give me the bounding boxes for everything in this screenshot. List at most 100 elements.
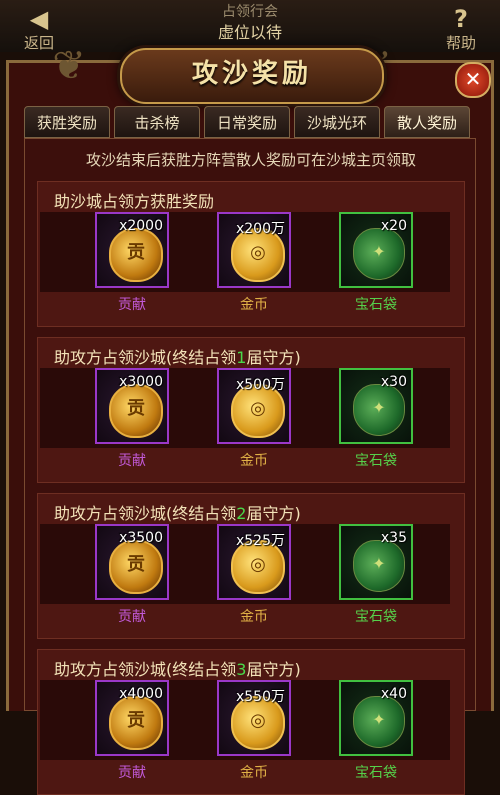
reward-item-glyph: ✦	[372, 710, 386, 729]
panel-title: 攻沙奖励	[191, 59, 312, 89]
section-title: 助攻方占领沙城(终结占领2届守方)	[54, 500, 301, 524]
reward-section: 助攻方占领沙城(终结占领1届守方) 贡 x3000 贡献 ◎ x500万金币 ✦ x30 宝石袋	[37, 337, 465, 483]
gem-bag-icon: ✦	[353, 696, 405, 748]
reward-item-quantity: x550万	[235, 689, 285, 705]
reward-item-name: 金币	[240, 609, 268, 625]
reward-notice: 攻沙结束后获胜方阵营散人奖励可在沙城主页领取	[85, 151, 416, 169]
reward-item-name: 贡献	[118, 765, 146, 781]
reward-item-slot[interactable]: ◎ x525万	[217, 524, 291, 600]
reward-item-glyph: 贡	[127, 398, 145, 419]
reward-item[interactable]: ✦ x40 宝石袋	[336, 680, 416, 782]
reward-item-glyph: ✦	[372, 554, 386, 573]
close-button[interactable]: ✕	[455, 62, 491, 98]
reward-item[interactable]: ✦ x30 宝石袋	[336, 368, 416, 470]
reward-item-glyph: 贡	[127, 710, 145, 731]
reward-item-slot[interactable]: ✦ x30	[339, 368, 413, 444]
gem-bag-icon: ✦	[353, 384, 405, 436]
section-title-text: 助攻方占领沙城(终结占领	[54, 660, 237, 679]
contribution-medal-icon: 贡	[109, 384, 163, 438]
reward-item[interactable]: 贡 x3000 贡献	[92, 368, 172, 470]
reward-item-name: 宝石袋	[355, 765, 397, 781]
reward-item-slot[interactable]: ◎ x500万	[217, 368, 291, 444]
help-button[interactable]: ? 帮助	[426, 6, 496, 52]
reward-item-name: 贡献	[118, 453, 146, 469]
section-title-text: 助攻方占领沙城(终结占领	[54, 348, 237, 367]
reward-item-quantity: x2000	[119, 218, 163, 234]
reward-item-quantity: x200万	[235, 221, 285, 237]
reward-item-strip: 贡 x3000 贡献 ◎ x500万金币 ✦ x30 宝石袋	[40, 368, 450, 469]
tab-bar: 获胜奖励 击杀榜 日常奖励 沙城光环 散人奖励	[24, 106, 474, 138]
reward-item-glyph: 贡	[127, 554, 145, 575]
reward-item-name: 金币	[240, 765, 268, 781]
reward-item-name: 宝石袋	[355, 609, 397, 625]
reward-item-glyph: ✦	[372, 242, 386, 261]
reward-item-name: 金币	[240, 453, 268, 469]
reward-item[interactable]: ◎ x500万金币	[214, 368, 294, 470]
section-title-number: 2	[236, 504, 247, 523]
section-title-suffix: 届守方)	[246, 504, 301, 523]
reward-item-strip: 贡 x2000 贡献 ◎ x200万金币 ✦ x20 宝石袋	[40, 212, 450, 313]
reward-item-slot[interactable]: 贡 x2000	[95, 212, 169, 288]
reward-item-name: 金币	[240, 297, 268, 313]
reward-item-slot[interactable]: ✦ x40	[339, 680, 413, 756]
section-title-number: 3	[236, 660, 247, 679]
help-label: 帮助	[445, 34, 476, 52]
reward-item-glyph: ✦	[372, 398, 386, 417]
reward-item-quantity: x4000	[119, 686, 163, 702]
reward-item-name: 宝石袋	[355, 297, 397, 313]
reward-item-quantity: x30	[380, 374, 407, 390]
reward-item-quantity: x35	[380, 530, 407, 546]
reward-item-quantity: x525万	[235, 533, 285, 549]
reward-item[interactable]: 贡 x2000 贡献	[92, 212, 172, 314]
reward-item-slot[interactable]: ◎ x200万	[217, 212, 291, 288]
tab-content: 攻沙结束后获胜方阵营散人奖励可在沙城主页领取 助沙城占领方获胜奖励贡 x2000 贡…	[24, 138, 476, 795]
contribution-medal-icon: 贡	[109, 540, 163, 594]
section-title-suffix: 届守方)	[246, 660, 301, 679]
reward-item-slot[interactable]: ◎ x550万	[217, 680, 291, 756]
reward-item-slot[interactable]: 贡 x4000	[95, 680, 169, 756]
panel-title-plate: 攻沙奖励	[120, 48, 384, 104]
reward-item[interactable]: ◎ x200万金币	[214, 212, 294, 314]
reward-item-strip: 贡 x3500 贡献 ◎ x525万金币 ✦ x35 宝石袋	[40, 524, 450, 625]
gem-bag-icon: ✦	[353, 540, 405, 592]
back-arrow-icon: ◀	[29, 5, 49, 33]
close-icon: ✕	[464, 67, 482, 91]
reward-item[interactable]: 贡 x4000 贡献	[92, 680, 172, 782]
section-title: 助攻方占领沙城(终结占领1届守方)	[54, 344, 301, 368]
section-title: 助沙城占领方获胜奖励	[54, 188, 214, 212]
reward-item-quantity: x20	[380, 218, 407, 234]
reward-item-name: 贡献	[118, 297, 146, 313]
contribution-medal-icon: 贡	[109, 228, 163, 282]
reward-item-strip: 贡 x4000 贡献 ◎ x550万金币 ✦ x40 宝石袋	[40, 680, 450, 781]
tab-victory-reward[interactable]: 获胜奖励	[24, 106, 110, 138]
section-title-text: 助攻方占领沙城(终结占领	[54, 504, 237, 523]
reward-item-quantity: x3500	[119, 530, 163, 546]
section-title-number: 1	[236, 348, 247, 367]
reward-item[interactable]: ◎ x550万金币	[214, 680, 294, 782]
tab-solo-reward[interactable]: 散人奖励	[384, 106, 470, 138]
reward-item[interactable]: 贡 x3500 贡献	[92, 524, 172, 626]
reward-item-name: 宝石袋	[355, 453, 397, 469]
tab-daily-reward[interactable]: 日常奖励	[204, 106, 290, 138]
reward-item-slot[interactable]: ✦ x35	[339, 524, 413, 600]
tab-castle-aura[interactable]: 沙城光环	[294, 106, 380, 138]
reward-item-quantity: x500万	[235, 377, 285, 393]
reward-section: 助攻方占领沙城(终结占领3届守方) 贡 x4000 贡献 ◎ x550万金币 ✦ x40 宝石袋	[37, 649, 465, 795]
reward-section: 助攻方占领沙城(终结占领2届守方) 贡 x3500 贡献 ◎ x525万金币 ✦ x35 宝石袋	[37, 493, 465, 639]
contribution-medal-icon: 贡	[109, 696, 163, 750]
reward-item-slot[interactable]: 贡 x3500	[95, 524, 169, 600]
reward-item-slot[interactable]: 贡 x3000	[95, 368, 169, 444]
section-title-suffix: 届守方)	[246, 348, 301, 367]
reward-item[interactable]: ✦ x20 宝石袋	[336, 212, 416, 314]
reward-item-quantity: x40	[380, 686, 407, 702]
reward-item[interactable]: ✦ x35 宝石袋	[336, 524, 416, 626]
guild-status-title: 占领行会	[222, 4, 278, 20]
reward-item-slot[interactable]: ✦ x20	[339, 212, 413, 288]
section-title: 助攻方占领沙城(终结占领3届守方)	[54, 656, 301, 680]
dragon-ornament-left-icon: ❦	[52, 43, 86, 89]
reward-item-quantity: x3000	[119, 374, 163, 390]
reward-item-name: 贡献	[118, 609, 146, 625]
tab-kill-ranking[interactable]: 击杀榜	[114, 106, 200, 138]
reward-item[interactable]: ◎ x525万金币	[214, 524, 294, 626]
gem-bag-icon: ✦	[353, 228, 405, 280]
